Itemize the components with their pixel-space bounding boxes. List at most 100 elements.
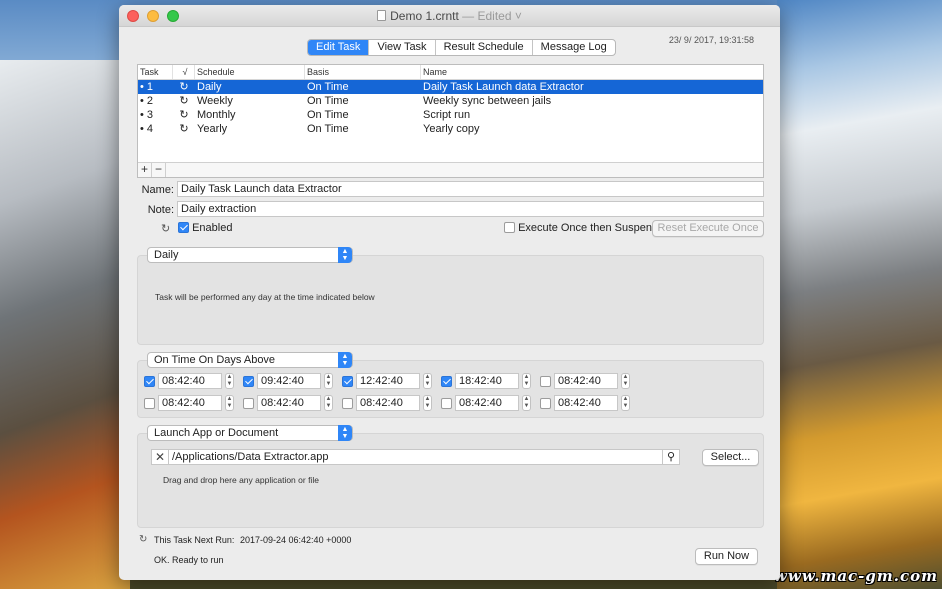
time-slot: 18:42:40 ▲ ▼ xyxy=(441,373,540,389)
path-field[interactable]: ✕ /Applications/Data Extractor.app ⚲ xyxy=(151,449,680,465)
time-field[interactable]: 08:42:40 xyxy=(158,395,222,411)
schedule-description: Task will be performed any day at the ti… xyxy=(155,292,375,302)
name-field[interactable]: Daily Task Launch data Extractor xyxy=(177,181,764,197)
time-checkbox[interactable] xyxy=(342,375,353,387)
cell-name: Script run xyxy=(423,109,471,121)
time-stepper[interactable]: ▲ ▼ xyxy=(423,395,432,411)
time-stepper[interactable]: ▲ ▼ xyxy=(621,373,630,389)
time-row-1: 08:42:40 ▲ ▼ 09:42:40 ▲ ▼ 12:42:40 ▲ ▼ 18:42:4… xyxy=(144,373,639,389)
basis-popup[interactable]: On Time On Days Above ▲ ▼ xyxy=(147,352,353,368)
time-row-2: 08:42:40 ▲ ▼ 08:42:40 ▲ ▼ 08:42:40 ▲ ▼ 08:42:4… xyxy=(144,395,639,411)
note-field[interactable]: Daily extraction xyxy=(177,201,764,217)
time-checkbox[interactable] xyxy=(540,375,551,387)
tab-message-log[interactable]: Message Log xyxy=(533,40,615,55)
time-slot: 09:42:40 ▲ ▼ xyxy=(243,373,342,389)
cell-name: Yearly copy xyxy=(423,123,480,135)
cell-name: Weekly sync between jails xyxy=(423,95,552,107)
execute-once-checkbox[interactable]: Execute Once then Suspend xyxy=(504,222,658,234)
table-row[interactable]: • 4 ↻ Yearly On Time Yearly copy xyxy=(138,122,763,136)
remove-task-button[interactable]: − xyxy=(152,163,166,177)
cell-basis: On Time xyxy=(307,109,349,121)
time-slot: 08:42:40 ▲ ▼ xyxy=(144,373,243,389)
time-checkbox[interactable] xyxy=(441,397,452,409)
time-checkbox[interactable] xyxy=(144,397,155,409)
cell-schedule: Daily xyxy=(197,81,222,93)
time-stepper[interactable]: ▲ ▼ xyxy=(423,373,432,389)
enabled-checkbox[interactable]: Enabled xyxy=(178,222,232,234)
time-stepper[interactable]: ▲ ▼ xyxy=(324,373,333,389)
time-field[interactable]: 18:42:40 xyxy=(455,373,519,389)
time-field[interactable]: 08:42:40 xyxy=(554,395,618,411)
column-header-check[interactable]: √ xyxy=(173,65,195,79)
time-field[interactable]: 12:42:40 xyxy=(356,373,420,389)
column-header-schedule[interactable]: Schedule xyxy=(195,65,305,79)
clear-path-icon[interactable]: ✕ xyxy=(152,450,169,464)
schedule-popup[interactable]: Daily ▲ ▼ xyxy=(147,247,353,263)
add-task-button[interactable]: + xyxy=(138,163,152,177)
enabled-checkbox-box[interactable] xyxy=(178,222,189,233)
time-slot: 12:42:40 ▲ ▼ xyxy=(342,373,441,389)
time-field[interactable]: 08:42:40 xyxy=(356,395,420,411)
schedule-popup-value: Daily xyxy=(154,249,179,261)
column-header-basis[interactable]: Basis xyxy=(305,65,421,79)
cell-basis: On Time xyxy=(307,95,349,107)
column-header-name[interactable]: Name xyxy=(421,65,763,79)
cell-task: • 3 xyxy=(140,109,154,121)
popup-arrows-icon: ▲ ▼ xyxy=(338,352,352,368)
time-stepper[interactable]: ▲ ▼ xyxy=(522,373,531,389)
cell-task: • 1 xyxy=(140,81,154,93)
table-row[interactable]: • 1 ↻ Daily On Time Daily Task Launch da… xyxy=(138,80,763,94)
cell-task: • 4 xyxy=(140,123,154,135)
time-checkbox[interactable] xyxy=(342,397,353,409)
path-value[interactable]: /Applications/Data Extractor.app xyxy=(169,450,662,464)
time-slot: 08:42:40 ▲ ▼ xyxy=(144,395,243,411)
time-slot: 08:42:40 ▲ ▼ xyxy=(243,395,342,411)
column-header-task[interactable]: Task xyxy=(138,65,173,79)
time-slot: 08:42:40 ▲ ▼ xyxy=(441,395,540,411)
popup-arrows-icon: ▲ ▼ xyxy=(338,247,352,263)
basis-popup-value: On Time On Days Above xyxy=(154,354,276,366)
time-checkbox[interactable] xyxy=(243,375,254,387)
cell-task: • 2 xyxy=(140,95,154,107)
reset-execute-once-button[interactable]: Reset Execute Once xyxy=(652,220,764,237)
time-field[interactable]: 09:42:40 xyxy=(257,373,321,389)
window-title-text: Demo 1.crntt xyxy=(390,9,459,23)
tab-view-task[interactable]: View Task xyxy=(369,40,436,55)
time-stepper[interactable]: ▲ ▼ xyxy=(621,395,630,411)
table-row[interactable]: • 3 ↻ Monthly On Time Script run xyxy=(138,108,763,122)
cell-basis: On Time xyxy=(307,81,349,93)
time-stepper[interactable]: ▲ ▼ xyxy=(522,395,531,411)
table-row[interactable]: • 2 ↻ Weekly On Time Weekly sync between… xyxy=(138,94,763,108)
time-slot: 08:42:40 ▲ ▼ xyxy=(342,395,441,411)
time-slot: 08:42:40 ▲ ▼ xyxy=(540,395,639,411)
time-field[interactable]: 08:42:40 xyxy=(455,395,519,411)
time-field[interactable]: 08:42:40 xyxy=(158,373,222,389)
execute-once-checkbox-box[interactable] xyxy=(504,222,515,233)
watermark: www.mac-gm.com xyxy=(774,567,938,585)
refresh-icon: ↻ xyxy=(179,109,189,121)
time-stepper[interactable]: ▲ ▼ xyxy=(225,373,234,389)
time-checkbox[interactable] xyxy=(243,397,254,409)
run-now-button[interactable]: Run Now xyxy=(695,548,758,565)
time-checkbox[interactable] xyxy=(540,397,551,409)
tab-edit-task[interactable]: Edit Task xyxy=(308,40,370,55)
search-icon[interactable]: ⚲ xyxy=(662,450,679,464)
note-label: Note: xyxy=(147,204,174,216)
time-field[interactable]: 08:42:40 xyxy=(257,395,321,411)
app-window: Demo 1.crntt — Edited ˅ 23/ 9/ 2017, 19:… xyxy=(119,5,780,580)
time-checkbox[interactable] xyxy=(441,375,452,387)
refresh-icon: ↻ xyxy=(179,81,189,93)
tab-result-schedule[interactable]: Result Schedule xyxy=(436,40,533,55)
action-popup-value: Launch App or Document xyxy=(154,427,279,439)
refresh-icon: ↻ xyxy=(139,534,148,545)
edited-indicator[interactable]: — Edited ˅ xyxy=(462,9,522,23)
execute-once-label: Execute Once then Suspend xyxy=(518,222,659,234)
time-stepper[interactable]: ▲ ▼ xyxy=(225,395,234,411)
desktop-mountain-right xyxy=(777,0,942,589)
time-stepper[interactable]: ▲ ▼ xyxy=(324,395,333,411)
select-button[interactable]: Select... xyxy=(702,449,759,466)
action-popup[interactable]: Launch App or Document ▲ ▼ xyxy=(147,425,353,441)
refresh-icon: ↻ xyxy=(179,123,189,135)
time-checkbox[interactable] xyxy=(144,375,155,387)
time-field[interactable]: 08:42:40 xyxy=(554,373,618,389)
